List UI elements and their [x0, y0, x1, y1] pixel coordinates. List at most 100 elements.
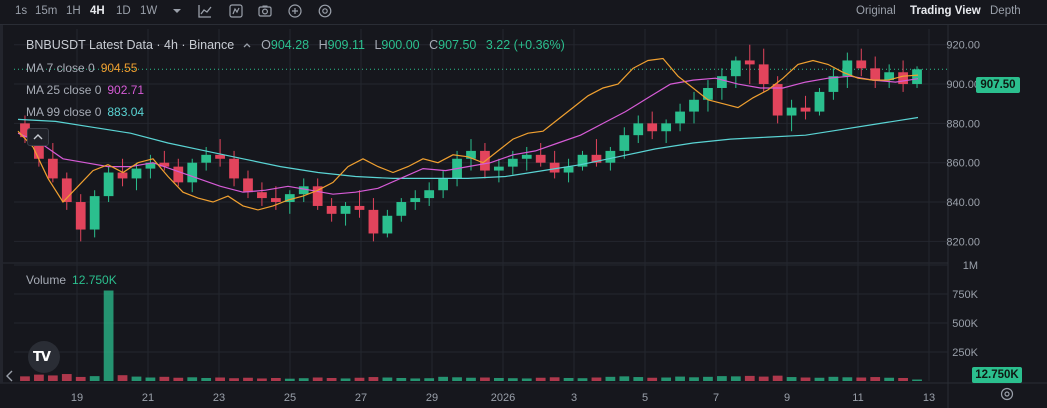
candle-body [410, 198, 421, 203]
timeframe-1s[interactable]: 1s [15, 4, 27, 18]
candle-body [535, 154, 546, 163]
volume-bar [521, 378, 532, 381]
volume-bar [577, 378, 588, 381]
timeframe-1h[interactable]: 1H [66, 4, 81, 18]
volume-tick-label: 500K [952, 318, 978, 330]
low-value: 900.00 [381, 38, 420, 52]
ma99-legend[interactable]: MA 99 close 0 883.04 [26, 105, 144, 120]
candlestick-chart[interactable]: 920.00 900.00 880.00 860.00 840.00 820.00 19 21… [0, 25, 1047, 408]
chart-page: 1s 15m 1H 4H 1D 1W Original Trading View… [0, 0, 1047, 408]
price-tick-label: 920.00 [946, 40, 980, 52]
price-tick-label: 840.00 [946, 197, 980, 209]
scroll-left-icon[interactable] [4, 369, 14, 383]
ma7-label: MA 7 close 0 [26, 61, 95, 75]
candle-body [424, 190, 435, 199]
volume-bar [75, 376, 86, 381]
chart-area[interactable]: 920.00 900.00 880.00 860.00 840.00 820.00 19 21… [0, 25, 1047, 408]
volume-bar [187, 377, 198, 381]
candle-body [75, 202, 86, 230]
chevron-up-icon[interactable] [242, 39, 252, 49]
axis-settings-icon[interactable] [999, 386, 1015, 402]
volume-bar [145, 377, 156, 381]
volume-bar [103, 290, 114, 381]
candle-body [117, 172, 128, 179]
candle-body [703, 87, 713, 100]
camera-icon[interactable] [257, 3, 273, 19]
volume-bar [884, 377, 895, 381]
plus-circle-icon[interactable] [287, 3, 303, 19]
volume-bar [34, 374, 44, 381]
candle-body [243, 178, 253, 193]
ma99-value: 883.04 [107, 105, 145, 119]
left-edge [0, 25, 3, 383]
volume-bar [703, 376, 713, 381]
volume-bar [563, 377, 574, 381]
candle-body [786, 107, 797, 116]
price-tick-label: 880.00 [946, 118, 980, 130]
volume-bar [382, 377, 393, 381]
price-tick-label: 860.00 [946, 158, 980, 170]
volume-bar [159, 376, 170, 381]
last-price-badge: 907.50 [976, 77, 1020, 93]
volume-bar [396, 377, 407, 381]
candle-body [605, 150, 616, 163]
volume-bar [117, 375, 128, 381]
candle-body [326, 205, 337, 214]
high-label: H [318, 38, 328, 52]
volume-bar [675, 376, 685, 381]
ma99-line [17, 116, 919, 179]
collapse-legend-button[interactable] [27, 128, 49, 146]
close-label: C [429, 38, 439, 52]
volume-bar [842, 377, 853, 381]
candle-body [647, 123, 658, 132]
candle-body [354, 205, 365, 210]
volume-bar [466, 377, 476, 381]
timeframe-4h[interactable]: 4H [90, 4, 105, 18]
volume-bar [424, 378, 435, 381]
candle-body [758, 64, 769, 85]
ma25-legend[interactable]: MA 25 close 0 902.71 [26, 83, 144, 98]
timeframe-1w[interactable]: 1W [140, 4, 157, 18]
candle-body [396, 202, 407, 216]
candle-body [173, 166, 184, 183]
view-depth-tab[interactable]: Depth [990, 4, 1021, 18]
settings-icon[interactable] [317, 3, 333, 19]
time-tick-label: 29 [426, 392, 438, 404]
volume-bar [633, 377, 644, 381]
volume-bar [744, 375, 755, 381]
indicators-icon[interactable] [228, 3, 244, 19]
volume-bar [215, 377, 225, 381]
time-tick-label: 5 [642, 392, 648, 404]
timeframe-1d[interactable]: 1D [116, 4, 131, 18]
time-tick-label: 7 [713, 392, 719, 404]
volume-bar [312, 377, 323, 381]
candle-body [549, 162, 560, 173]
volume-bar [438, 376, 449, 381]
volume-bar [368, 377, 379, 381]
volume-bar [856, 377, 867, 381]
time-tick-label: 23 [213, 392, 225, 404]
volume-bar [410, 378, 421, 381]
ma7-line [17, 57, 919, 211]
candle-body [730, 60, 741, 77]
chart-type-icon[interactable] [197, 3, 213, 19]
high-value: 909.11 [327, 38, 365, 52]
candle-body [814, 91, 825, 112]
timeframe-15m[interactable]: 15m [35, 4, 57, 18]
volume-bar [535, 377, 546, 381]
volume-bar [549, 377, 560, 381]
volume-legend[interactable]: Volume 12.750K [26, 273, 117, 288]
candle-body [368, 209, 379, 234]
tradingview-logo[interactable]: TV [28, 341, 60, 373]
ma7-legend[interactable]: MA 7 close 0 904.55 [26, 61, 137, 76]
volume-bar [229, 378, 239, 381]
view-tradingview-tab[interactable]: Trading View [910, 4, 981, 18]
volume-bar [689, 377, 699, 381]
volume-bar [661, 377, 672, 381]
candle-body [257, 192, 267, 199]
chevron-down-icon[interactable] [169, 3, 185, 19]
chevron-up-icon [33, 134, 43, 140]
candle-body [521, 154, 532, 159]
volume-bar [131, 376, 142, 381]
view-original-tab[interactable]: Original [856, 4, 896, 18]
